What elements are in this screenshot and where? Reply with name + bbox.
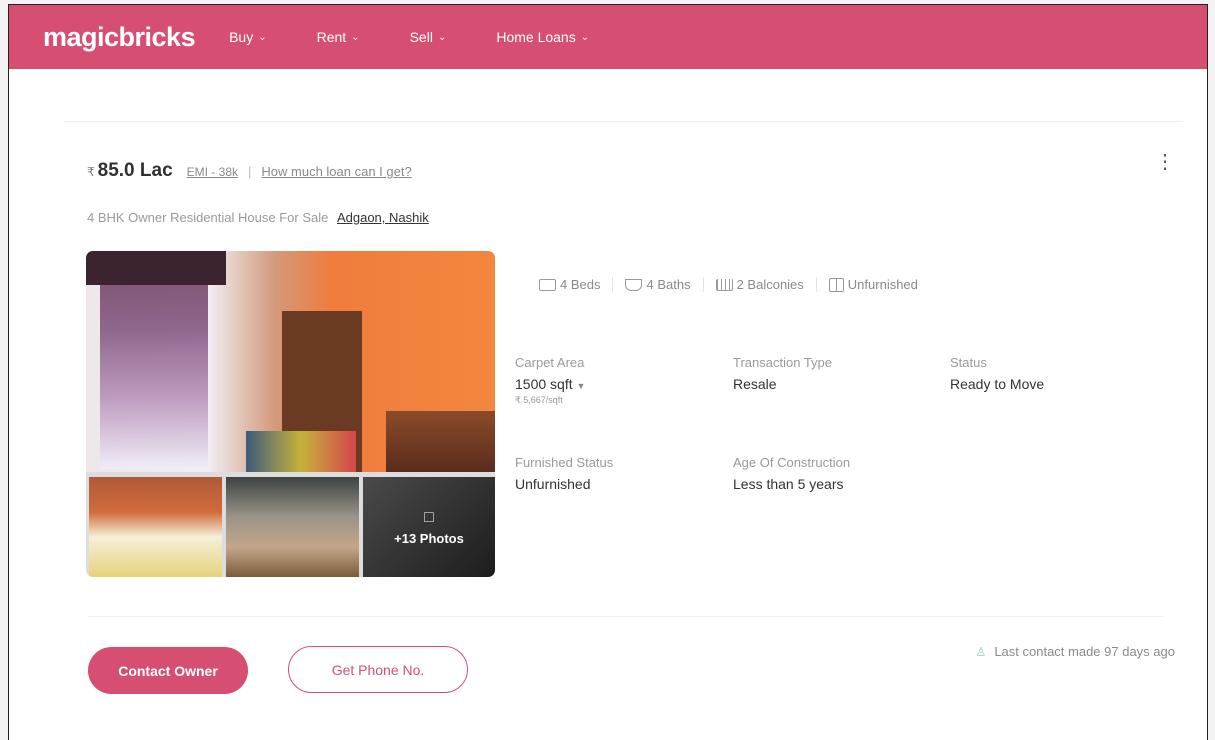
- detail-value: Ready to Move: [950, 376, 1045, 392]
- amenities-row: 4 Beds 4 Baths 2 Balconies Unfurnished: [539, 277, 930, 292]
- rupee-icon: ₹: [515, 395, 521, 405]
- photo-curtain-detail: [100, 269, 208, 469]
- main-property-photo[interactable]: [86, 251, 495, 472]
- rupee-icon: ₹: [87, 165, 95, 179]
- person-icon: ♙: [975, 644, 987, 659]
- magicbricks-logo[interactable]: magicbricks: [43, 22, 196, 53]
- chevron-down-icon: ⌄: [258, 31, 267, 43]
- amenity-beds-label: 4 Beds: [560, 277, 601, 292]
- price: 85.0 Lac: [97, 160, 173, 181]
- detail-furnished-status: Furnished Status Unfurnished: [515, 455, 715, 492]
- detail-label: Age Of Construction: [733, 455, 851, 470]
- amenity-balconies: 2 Balconies: [702, 277, 816, 292]
- chevron-down-icon: ⌄: [351, 31, 360, 43]
- nav-buy-label: Buy: [229, 29, 254, 45]
- price-row: ₹ 85.0 Lac EMI - 38k | How much loan can…: [87, 160, 412, 182]
- detail-age-of-construction: Age Of Construction Less than 5 years: [733, 455, 933, 492]
- divider: [87, 616, 1163, 617]
- nav-home-loans-label: Home Loans: [496, 29, 576, 45]
- emi-link[interactable]: EMI - 38k: [187, 165, 238, 179]
- detail-label: Status: [950, 355, 987, 370]
- photo-thumbnail[interactable]: [89, 477, 222, 577]
- detail-value: Resale: [733, 376, 777, 392]
- detail-transaction-type: Transaction Type Resale: [733, 355, 933, 392]
- detail-value: Less than 5 years: [733, 476, 844, 492]
- nav-rent[interactable]: Rent ⌄: [317, 29, 360, 45]
- photos-icon: □: [424, 508, 434, 526]
- chevron-down-icon: ▼: [576, 381, 586, 391]
- photo-stairs-detail: [386, 411, 495, 472]
- loan-eligibility-link[interactable]: How much loan can I get?: [261, 164, 411, 179]
- detail-value[interactable]: 1500 sqft ▼: [515, 376, 715, 392]
- photo-basket-detail: [246, 431, 356, 472]
- property-title-text: 4 BHK Owner Residential House For Sale: [87, 210, 329, 225]
- detail-status: Status Ready to Move: [950, 355, 1150, 392]
- detail-label: Transaction Type: [733, 355, 832, 370]
- contact-owner-button[interactable]: Contact Owner: [88, 647, 248, 694]
- chevron-down-icon: ⌄: [580, 31, 590, 43]
- amenity-baths: 4 Baths: [612, 277, 702, 292]
- balcony-icon: [715, 278, 733, 291]
- main-nav: Buy ⌄ Rent ⌄ Sell ⌄ Home Loans ⌄: [229, 29, 639, 45]
- photo-thumbnail[interactable]: [226, 477, 359, 577]
- carpet-area-value: 1500 sqft: [515, 376, 573, 392]
- detail-label: Furnished Status: [515, 455, 614, 470]
- price-per-sqft: ₹ 5,667/sqft: [515, 395, 715, 406]
- amenity-beds: 4 Beds: [539, 277, 612, 292]
- photo-gallery: □ +13 Photos: [86, 251, 495, 577]
- detail-carpet-area: Carpet Area 1500 sqft ▼ ₹ 5,667/sqft: [515, 355, 715, 406]
- more-options-icon[interactable]: ⋮: [1155, 152, 1175, 172]
- amenity-furnishing: Unfurnished: [815, 277, 930, 292]
- detail-value: Unfurnished: [515, 476, 591, 492]
- nav-sell[interactable]: Sell ⌄: [410, 29, 447, 45]
- top-navbar: magicbricks Buy ⌄ Rent ⌄ Sell ⌄ Home Loans ⌄: [9, 5, 1207, 69]
- more-photos-label: +13 Photos: [394, 530, 464, 546]
- nav-rent-label: Rent: [316, 29, 347, 45]
- more-photos-thumbnail[interactable]: □ +13 Photos: [363, 477, 495, 577]
- chevron-down-icon: ⌄: [437, 31, 447, 43]
- property-title: 4 BHK Owner Residential House For Sale A…: [87, 210, 429, 225]
- price-per-sqft-value: 5,667/sqft: [523, 395, 563, 405]
- bed-icon: [539, 278, 556, 291]
- wardrobe-icon: [828, 277, 844, 292]
- nav-buy[interactable]: Buy ⌄: [229, 29, 267, 45]
- amenity-baths-label: 4 Baths: [646, 277, 691, 292]
- listing-page: magicbricks Buy ⌄ Rent ⌄ Sell ⌄ Home Loans ⌄…: [8, 4, 1208, 740]
- nav-sell-label: Sell: [409, 29, 433, 45]
- amenity-balconies-label: 2 Balconies: [736, 277, 804, 292]
- photo-valance-detail: [86, 251, 226, 285]
- last-contact-text: Last contact made 97 days ago: [994, 644, 1175, 659]
- amenity-furnishing-label: Unfurnished: [847, 277, 918, 292]
- detail-label: Carpet Area: [515, 355, 585, 370]
- get-phone-button[interactable]: Get Phone No.: [288, 646, 468, 693]
- property-card: ₹ 85.0 Lac EMI - 38k | How much loan can…: [63, 121, 1183, 740]
- last-contact-info: ♙ Last contact made 97 days ago: [976, 644, 1175, 659]
- location-link[interactable]: Adgaon, Nashik: [337, 210, 429, 225]
- bath-icon: [625, 278, 643, 291]
- separator: |: [248, 164, 252, 179]
- nav-home-loans[interactable]: Home Loans ⌄: [496, 29, 589, 45]
